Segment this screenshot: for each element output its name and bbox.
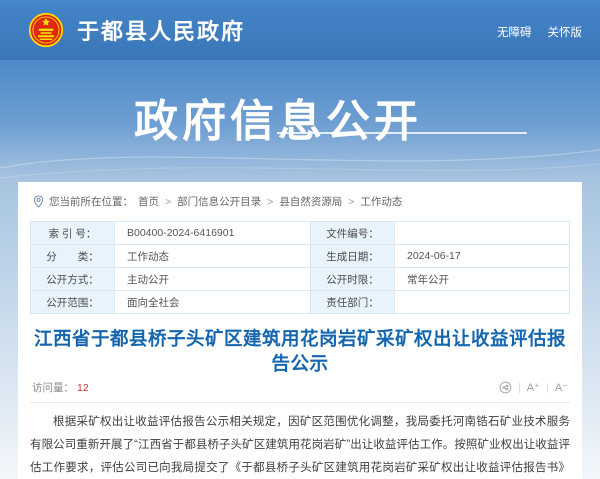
breadcrumb-separator: > (267, 196, 273, 208)
info-table: 索 引 号： B00400-2024-6416901 文件编号： 分 类： 工作… (30, 221, 570, 314)
page-title: 江西省于都县桥子头矿区建筑用花岗岩矿采矿权出让收益评估报告公示 (30, 326, 570, 376)
accessibility-link[interactable]: 无障碍 (497, 24, 532, 40)
article-paragraph: 根据采矿权出让收益评估报告公示相关规定，因矿区范围优化调整，我局委托河南锆石矿业… (30, 411, 570, 479)
tool-divider (519, 383, 520, 393)
article-tools: A⁺ A⁻ (499, 381, 568, 394)
field-value-scope: 面向全社会 (115, 291, 311, 314)
breadcrumb-item-bureau[interactable]: 县自然资源局 (279, 194, 342, 209)
breadcrumb-separator: > (165, 196, 171, 208)
content-card: 您当前所在位置： 首页 > 部门信息公开目录 > 县自然资源局 > 工作动态 索… (18, 182, 582, 479)
topbar: 于都县人民政府 无障碍 关怀版 (0, 0, 600, 60)
field-value-index-no: B00400-2024-6416901 (115, 222, 311, 245)
font-larger-button[interactable]: A⁺ (527, 381, 540, 394)
field-label-category: 分 类： (31, 245, 115, 268)
field-label-department: 责任部门： (311, 291, 395, 314)
field-value-department (395, 291, 570, 314)
visits-count: 12 (77, 382, 89, 394)
article-body: 根据采矿权出让收益评估报告公示相关规定，因矿区范围优化调整，我局委托河南锆石矿业… (30, 411, 570, 479)
visit-counter: 访问量：12 (32, 380, 89, 395)
table-row: 公开范围： 面向全社会 责任部门： (31, 291, 570, 314)
breadcrumb-item-directory[interactable]: 部门信息公开目录 (177, 194, 261, 209)
title-divider (30, 402, 570, 403)
site-title: 于都县人民政府 (77, 14, 245, 46)
tool-divider (547, 383, 548, 393)
table-row: 索 引 号： B00400-2024-6416901 文件编号： (31, 222, 570, 245)
visits-label: 访问量： (32, 382, 74, 394)
field-label-date: 生成日期： (311, 245, 395, 268)
field-value-category: 工作动态 (115, 245, 311, 268)
field-value-method: 主动公开 (115, 268, 311, 291)
share-button[interactable] (499, 381, 512, 394)
field-value-period: 常年公开 (395, 268, 570, 291)
topbar-links: 无障碍 关怀版 (497, 24, 582, 40)
page: 于都县人民政府 无障碍 关怀版 政府信息公开 您当前所在位置： 首页 > (0, 0, 600, 479)
font-smaller-button[interactable]: A⁻ (555, 381, 568, 394)
field-label-scope: 公开范围： (31, 291, 115, 314)
table-row: 公开方式： 主动公开 公开时限： 常年公开 (31, 268, 570, 291)
care-version-link[interactable]: 关怀版 (548, 24, 583, 40)
breadcrumb-item-home[interactable]: 首页 (138, 194, 159, 209)
national-emblem-icon (28, 12, 64, 48)
field-label-period: 公开时限： (311, 268, 395, 291)
field-label-method: 公开方式： (31, 268, 115, 291)
banner: 政府信息公开 (0, 60, 600, 180)
article-meta-row: 访问量：12 A⁺ (30, 380, 570, 395)
field-label-doc-no: 文件编号： (311, 222, 395, 245)
banner-wave-decoration (0, 120, 600, 180)
field-value-doc-no (395, 222, 570, 245)
table-row: 分 类： 工作动态 生成日期： 2024-06-17 (31, 245, 570, 268)
breadcrumb-prefix: 您当前所在位置： (49, 194, 133, 209)
field-value-date: 2024-06-17 (395, 245, 570, 268)
field-label-index-no: 索 引 号： (31, 222, 115, 245)
content-background: 您当前所在位置： 首页 > 部门信息公开目录 > 县自然资源局 > 工作动态 索… (0, 180, 600, 479)
share-icon (499, 381, 512, 394)
breadcrumb-separator: > (348, 196, 354, 208)
breadcrumb-item-worknews[interactable]: 工作动态 (360, 194, 402, 209)
location-pin-icon (33, 195, 44, 208)
breadcrumb: 您当前所在位置： 首页 > 部门信息公开目录 > 县自然资源局 > 工作动态 (30, 182, 570, 218)
